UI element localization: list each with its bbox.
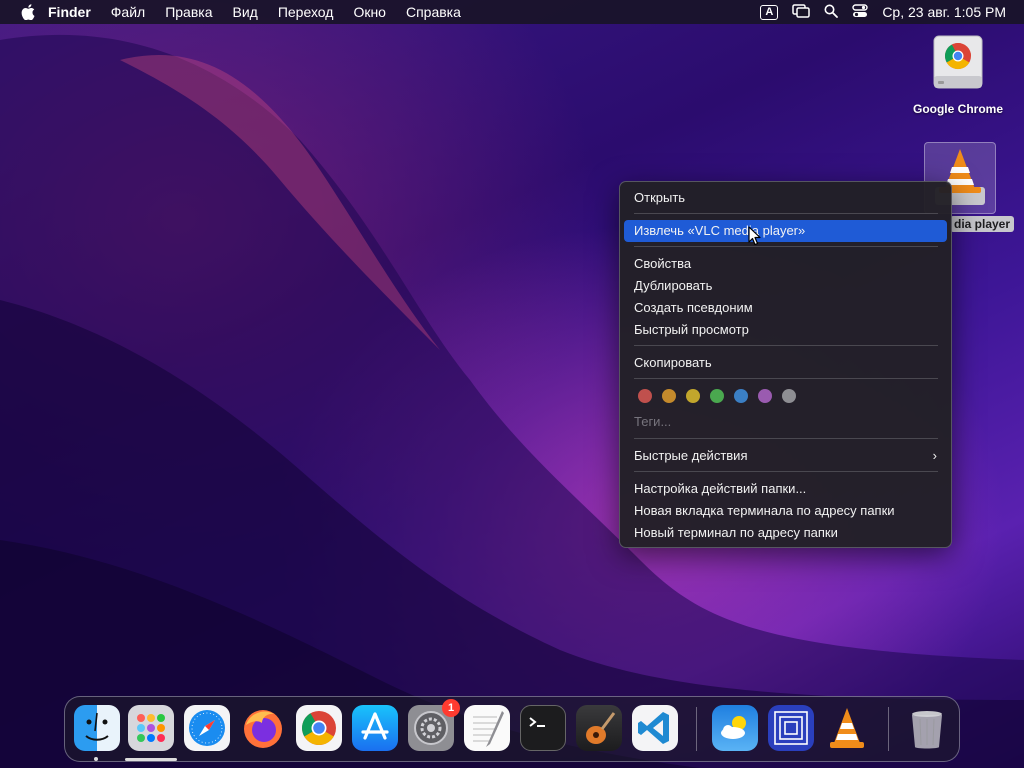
context-menu: Открыть Извлечь «VLC media player» Свойс… bbox=[619, 181, 952, 548]
tag-gray-swatch[interactable] bbox=[782, 389, 796, 403]
menu-item-tags[interactable]: Теги... bbox=[624, 411, 947, 433]
menu-app-name[interactable]: Finder bbox=[38, 0, 101, 24]
menu-window[interactable]: Окно bbox=[343, 0, 396, 24]
dock: 1 bbox=[64, 696, 960, 762]
tag-blue-swatch[interactable] bbox=[734, 389, 748, 403]
finder-icon[interactable] bbox=[74, 705, 120, 751]
desktop-icon-google-chrome[interactable]: Google Chrome bbox=[906, 34, 1010, 116]
mouse-cursor-icon bbox=[748, 226, 762, 246]
menu-help[interactable]: Справка bbox=[396, 0, 471, 24]
menu-item-properties[interactable]: Свойства bbox=[624, 253, 947, 275]
menu-file[interactable]: Файл bbox=[101, 0, 155, 24]
weather-icon[interactable] bbox=[712, 705, 758, 751]
control-center-icon[interactable] bbox=[852, 3, 869, 21]
vlc-icon[interactable] bbox=[824, 705, 870, 751]
app-store-icon[interactable] bbox=[352, 705, 398, 751]
menu-go[interactable]: Переход bbox=[268, 0, 344, 24]
spotlight-search-icon[interactable] bbox=[824, 4, 839, 21]
menu-bar: Finder Файл Правка Вид Переход Окно Спра… bbox=[0, 0, 1024, 24]
garageband-icon[interactable] bbox=[576, 705, 622, 751]
archive-utility-icon[interactable] bbox=[768, 705, 814, 751]
tag-green-swatch[interactable] bbox=[710, 389, 724, 403]
menu-separator bbox=[634, 378, 938, 379]
chrome-icon[interactable] bbox=[296, 705, 342, 751]
apple-menu-icon[interactable] bbox=[18, 0, 38, 24]
menu-item-new-terminal[interactable]: Новый терминал по адресу папки bbox=[624, 522, 947, 544]
menu-separator bbox=[634, 213, 938, 214]
launchpad-icon[interactable] bbox=[128, 705, 174, 751]
launchpad-indicator bbox=[125, 758, 177, 761]
desktop-icon-label: Google Chrome bbox=[912, 102, 1003, 116]
tag-orange-swatch[interactable] bbox=[662, 389, 676, 403]
tag-color-row bbox=[638, 389, 796, 403]
menu-item-folder-actions[interactable]: Настройка действий папки... bbox=[624, 478, 947, 500]
menu-item-quick-actions[interactable]: Быстрые действия › bbox=[624, 445, 947, 467]
tag-purple-swatch[interactable] bbox=[758, 389, 772, 403]
dock-separator bbox=[696, 707, 697, 751]
notification-badge: 1 bbox=[442, 699, 460, 717]
tag-yellow-swatch[interactable] bbox=[686, 389, 700, 403]
menu-separator bbox=[634, 345, 938, 346]
desktop-icon-label: dia player bbox=[950, 216, 1015, 232]
menu-item-quick-look[interactable]: Быстрый просмотр bbox=[624, 319, 947, 341]
tag-red-swatch[interactable] bbox=[638, 389, 652, 403]
input-source-icon[interactable]: A bbox=[760, 4, 779, 20]
vscode-icon[interactable] bbox=[632, 705, 678, 751]
menu-edit[interactable]: Правка bbox=[155, 0, 222, 24]
menu-separator bbox=[634, 246, 938, 247]
menu-item-open[interactable]: Открыть bbox=[624, 187, 947, 209]
menu-view[interactable]: Вид bbox=[223, 0, 268, 24]
running-indicator bbox=[94, 757, 98, 761]
terminal-icon[interactable] bbox=[520, 705, 566, 751]
menu-item-make-alias[interactable]: Создать псевдоним bbox=[624, 297, 947, 319]
safari-icon[interactable] bbox=[184, 705, 230, 751]
menu-item-copy[interactable]: Скопировать bbox=[624, 352, 947, 374]
menu-separator bbox=[634, 471, 938, 472]
dock-separator bbox=[888, 707, 889, 751]
textedit-icon[interactable] bbox=[464, 705, 510, 751]
system-settings-icon[interactable]: 1 bbox=[408, 699, 460, 751]
trash-icon[interactable] bbox=[904, 705, 950, 751]
chrome-disk-icon bbox=[930, 34, 986, 94]
firefox-icon[interactable] bbox=[240, 705, 286, 751]
menu-item-eject[interactable]: Извлечь «VLC media player» bbox=[624, 220, 947, 242]
menu-item-label: Быстрые действия bbox=[634, 448, 748, 463]
screen-mirroring-icon[interactable] bbox=[792, 3, 811, 21]
chevron-right-icon: › bbox=[932, 448, 937, 463]
menu-item-duplicate[interactable]: Дублировать bbox=[624, 275, 947, 297]
menu-bar-clock[interactable]: Ср, 23 авг. 1:05 PM bbox=[882, 4, 1006, 20]
menu-item-new-terminal-tab[interactable]: Новая вкладка терминала по адресу папки bbox=[624, 500, 947, 522]
menu-separator bbox=[634, 438, 938, 439]
